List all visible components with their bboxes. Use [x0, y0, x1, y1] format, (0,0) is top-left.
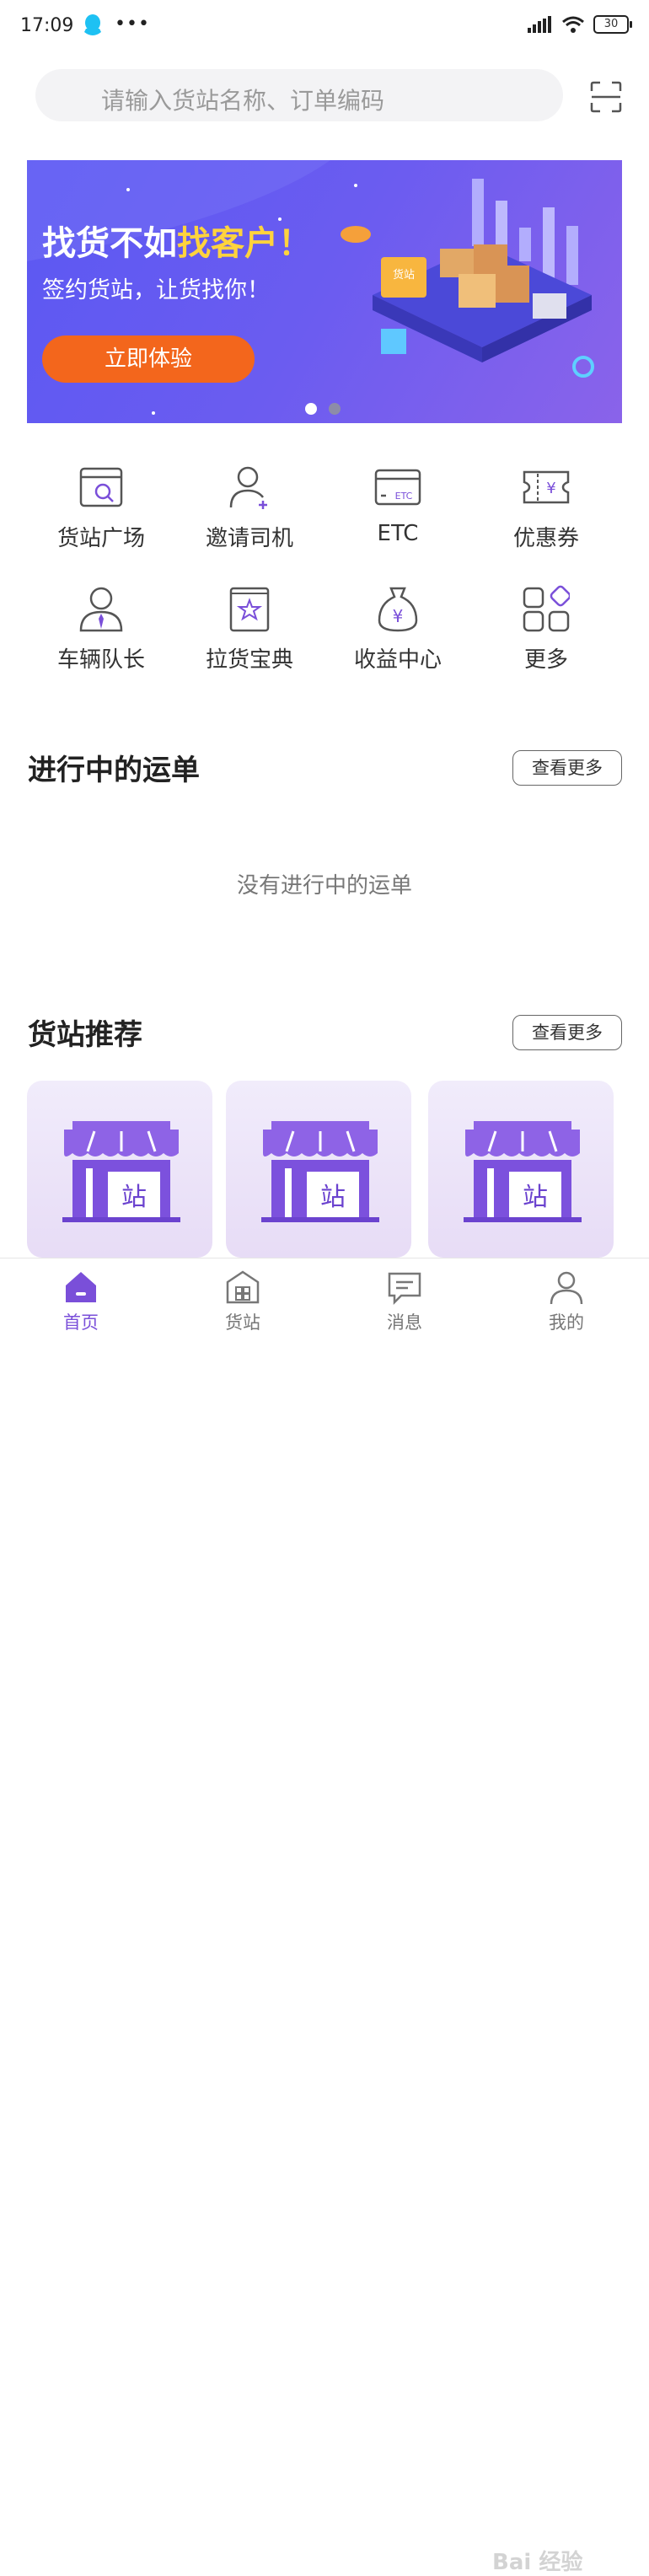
battery-icon: 30: [593, 15, 632, 34]
status-bar: 17:09 ••• 30: [0, 0, 649, 54]
station-search-icon: [79, 467, 123, 507]
try-now-button[interactable]: 立即体验: [42, 335, 255, 383]
grid-label: 优惠券: [512, 526, 579, 551]
grid-item-station-square[interactable]: 货站广场: [27, 464, 175, 565]
grid-item-more[interactable]: 更多: [472, 585, 620, 686]
store-label: 站: [320, 1183, 346, 1212]
money-bag-icon: ¥: [378, 587, 418, 632]
store-icon: 站: [464, 1121, 582, 1222]
wifi-icon: [562, 16, 584, 33]
grid-label: 更多: [523, 647, 568, 673]
captain-icon: [79, 587, 123, 632]
profile-icon: [550, 1271, 583, 1305]
station-card[interactable]: 站: [428, 1081, 614, 1258]
tab-station[interactable]: 货站: [192, 1269, 293, 1334]
crate-label: 货站: [393, 268, 415, 282]
home-icon: [66, 1272, 96, 1302]
grid-item-guide-book[interactable]: 拉货宝典: [175, 585, 324, 686]
tab-messages[interactable]: 消息: [354, 1269, 455, 1334]
grid-label: 货站广场: [56, 526, 145, 551]
message-icon: [388, 1272, 421, 1306]
grid-label: 车辆队长: [56, 647, 145, 673]
grid-item-captain[interactable]: 车辆队长: [27, 585, 175, 686]
grid-label: 拉货宝典: [205, 647, 293, 673]
scan-icon[interactable]: [590, 81, 622, 113]
tab-profile[interactable]: 我的: [516, 1269, 617, 1334]
promo-banner[interactable]: 货站 找货不如找客户！ 签约货站，让货找你！ 立即体验: [27, 160, 622, 423]
store-label: 站: [523, 1183, 548, 1212]
more-notifications-icon: •••: [115, 13, 150, 35]
etc-card-icon: ETC: [374, 469, 421, 506]
tab-label: 我的: [549, 1312, 584, 1333]
store-icon: 站: [62, 1121, 180, 1222]
banner-dot-2[interactable]: [329, 403, 341, 415]
grid-item-invite-driver[interactable]: 邀请司机: [175, 464, 324, 565]
grid-item-etc[interactable]: ETC ETC: [324, 464, 472, 565]
banner-title-prefix: 找货不如: [42, 224, 177, 263]
orders-more-button[interactable]: 查看更多: [512, 750, 622, 786]
banner-title-highlight: 找客户！: [177, 224, 312, 263]
grid-label: ETC: [377, 521, 419, 546]
tab-home[interactable]: 首页: [30, 1269, 131, 1334]
svg-text:¥: ¥: [546, 480, 555, 497]
watermark: Bai 经验: [492, 2550, 583, 2575]
grid-item-coupon[interactable]: ¥ 优惠券: [472, 464, 620, 565]
grid-label: 邀请司机: [205, 526, 293, 551]
invite-user-icon: [229, 466, 267, 509]
grid-item-earnings[interactable]: ¥ 收益中心: [324, 585, 472, 686]
status-icons: 30: [528, 15, 632, 34]
station-card[interactable]: 站: [226, 1081, 411, 1258]
banner-pagination: [305, 403, 341, 415]
search-input[interactable]: 请输入货站名称、订单编码: [35, 69, 563, 121]
stations-section-title: 货站推荐: [28, 1018, 142, 1052]
store-icon: 站: [261, 1121, 379, 1222]
bottom-tab-bar: 首页 货站 消息 我的 Bai 经验: [0, 1258, 649, 2575]
tab-label: 消息: [387, 1312, 422, 1333]
tab-label: 首页: [63, 1312, 99, 1333]
svg-text:ETC: ETC: [395, 491, 413, 502]
svg-text:¥: ¥: [393, 606, 404, 626]
signal-icon: [528, 16, 551, 33]
guide-book-icon: [229, 587, 270, 632]
status-time: 17:09: [20, 15, 74, 36]
station-icon: [226, 1270, 260, 1304]
grid-label: 收益中心: [353, 647, 442, 673]
banner-title: 找货不如找客户！: [42, 216, 312, 265]
search-placeholder: 请输入货站名称、订单编码: [101, 87, 385, 115]
store-label: 站: [121, 1183, 147, 1212]
station-card[interactable]: 站: [27, 1081, 212, 1258]
orders-empty-text: 没有进行中的运单: [236, 873, 412, 899]
qq-icon: [84, 14, 101, 35]
tab-label: 货站: [225, 1312, 260, 1333]
coupon-icon: ¥: [523, 470, 570, 504]
banner-dot-1[interactable]: [305, 403, 317, 415]
stations-more-button[interactable]: 查看更多: [512, 1015, 622, 1050]
more-apps-icon: [523, 585, 570, 632]
banner-subtitle: 签约货站，让货找你！: [42, 277, 270, 303]
orders-section-title: 进行中的运单: [28, 754, 200, 787]
